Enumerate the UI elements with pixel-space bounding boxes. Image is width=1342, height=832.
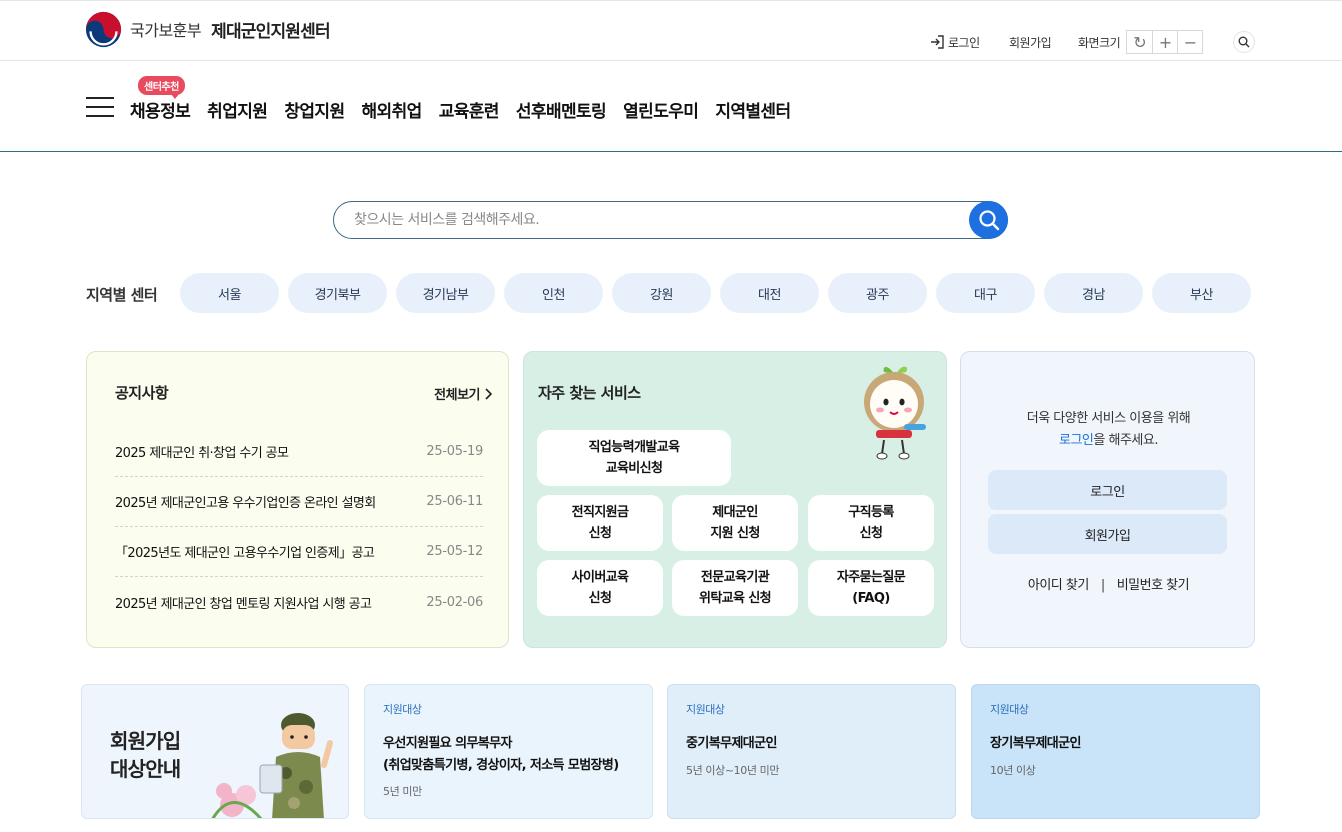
region-chip-daejeon[interactable]: 대전 bbox=[720, 273, 819, 313]
mascot-character-icon bbox=[864, 366, 926, 460]
gnb-item-regional-centers[interactable]: 지역별센터 bbox=[715, 97, 791, 122]
notice-more-link[interactable]: 전체보기 bbox=[434, 384, 494, 403]
join-link[interactable]: 회원가입 bbox=[1009, 31, 1052, 53]
size-minus-button[interactable]: − bbox=[1177, 31, 1202, 53]
region-chip-incheon[interactable]: 인천 bbox=[504, 273, 603, 313]
hamburger-menu-icon[interactable] bbox=[86, 97, 114, 119]
size-reset-button[interactable]: ↻ bbox=[1127, 31, 1152, 53]
gnb-item-overseas-jobs[interactable]: 해외취업 bbox=[362, 97, 423, 122]
screen-size-label: 화면크기 bbox=[1078, 35, 1121, 50]
taegeuk-emblem-icon bbox=[85, 11, 122, 47]
target-title: 장기복무제대군인 bbox=[990, 736, 1081, 751]
target-tag: 지원대상 bbox=[990, 703, 1029, 716]
site-logo[interactable]: 국가보훈부 제대군인지원센터 bbox=[85, 10, 331, 48]
login-message: 더욱 다양한 서비스 이용을 위해 로그인을 해주세요. bbox=[961, 408, 1256, 452]
target-tag: 지원대상 bbox=[686, 703, 725, 716]
service-training-fee-button[interactable]: 직업능력개발교육 교육비신청 bbox=[537, 430, 731, 486]
region-chip-busan[interactable]: 부산 bbox=[1152, 273, 1251, 313]
login-icon bbox=[931, 35, 944, 49]
gnb-item-startup-support[interactable]: 창업지원 bbox=[284, 97, 345, 122]
notice-item[interactable]: 2025 제대군인 취·창업 수기 공모 25-05-19 bbox=[115, 427, 483, 477]
notice-list: 2025 제대군인 취·창업 수기 공모 25-05-19 2025년 제대군인… bbox=[115, 427, 483, 627]
notice-item-title: 2025년 제대군인고용 우수기업인증 온라인 설명회 bbox=[115, 496, 376, 511]
soldier-illustration-icon bbox=[211, 713, 333, 818]
login-message-tail: 을 해주세요. bbox=[1093, 433, 1158, 448]
find-password-link[interactable]: 비밀번호 찾기 bbox=[1117, 578, 1190, 593]
search-input[interactable] bbox=[354, 202, 954, 238]
notice-card: 공지사항 전체보기 2025 제대군인 취·창업 수기 공모 25-05-19 … bbox=[86, 351, 509, 648]
target-card-long-term[interactable]: 지원대상 장기복무제대군인 10년 이상 bbox=[971, 684, 1260, 819]
target-card-mid-term[interactable]: 지원대상 중기복무제대군인 5년 이상~10년 미만 bbox=[667, 684, 956, 819]
notice-item[interactable]: 2025년 제대군인 창업 멘토링 지원사업 시행 공고 25-02-06 bbox=[115, 577, 483, 627]
join-link-label: 회원가입 bbox=[1009, 35, 1052, 50]
notice-more-label: 전체보기 bbox=[434, 388, 480, 403]
notice-item-title: 「2025년도 제대군인 고용우수기업 인증제」공고 bbox=[115, 546, 375, 561]
target-period: 5년 이상~10년 미만 bbox=[686, 764, 780, 777]
size-plus-button[interactable]: + bbox=[1152, 31, 1177, 53]
gnb-item-training[interactable]: 교육훈련 bbox=[439, 97, 500, 122]
frequent-services-card: 자주 찾는 서비스 직업능력개발교육 교육비신청 전직지원금 신청 제대군인 지… bbox=[523, 351, 947, 648]
join-guide-title: 회원가입 대상안내 bbox=[110, 729, 181, 781]
gnb-item-mentoring[interactable]: 선후배멘토링 bbox=[516, 97, 607, 122]
main-search bbox=[333, 201, 1008, 239]
search-button[interactable] bbox=[969, 201, 1008, 239]
frequent-services-title: 자주 찾는 서비스 bbox=[538, 384, 641, 402]
target-card-short-term[interactable]: 지원대상 우선지원필요 의무복무자 (취업맞춤특기병, 경상이자, 저소득 모범… bbox=[364, 684, 653, 819]
join-button[interactable]: 회원가입 bbox=[988, 514, 1227, 554]
notice-item-title: 2025 제대군인 취·창업 수기 공모 bbox=[115, 446, 289, 461]
notice-item[interactable]: 2025년 제대군인고용 우수기업인증 온라인 설명회 25-06-11 bbox=[115, 477, 483, 527]
region-chip-gangwon[interactable]: 강원 bbox=[612, 273, 711, 313]
region-chip-daegu[interactable]: 대구 bbox=[936, 273, 1035, 313]
ministry-name: 국가보훈부 bbox=[130, 21, 202, 40]
notice-title: 공지사항 bbox=[115, 384, 169, 402]
join-guide-card[interactable]: 회원가입 대상안내 bbox=[81, 684, 349, 819]
top-search-button[interactable] bbox=[1233, 31, 1255, 53]
gnb-item-open-helper[interactable]: 열린도우미 bbox=[623, 97, 699, 122]
gnb-item-jobs[interactable]: 채용정보 bbox=[130, 97, 191, 122]
find-account-links: 아이디 찾기 | 비밀번호 찾기 bbox=[961, 574, 1256, 593]
main-navigation: 센터추천 채용정보 취업지원 창업지원 해외취업 교육훈련 선후배멘토링 열린도… bbox=[0, 61, 1342, 152]
center-name: 제대군인지원센터 bbox=[211, 21, 331, 42]
search-icon bbox=[1238, 36, 1250, 48]
login-message-link[interactable]: 로그인 bbox=[1059, 433, 1094, 448]
region-chip-gyeonggi-south[interactable]: 경기남부 bbox=[396, 273, 495, 313]
region-chip-seoul[interactable]: 서울 bbox=[180, 273, 279, 313]
service-job-registration-button[interactable]: 구직등록 신청 bbox=[808, 495, 934, 551]
notice-item[interactable]: 「2025년도 제대군인 고용우수기업 인증제」공고 25-05-12 bbox=[115, 527, 483, 577]
login-link[interactable]: 로그인 bbox=[930, 31, 980, 53]
service-cyber-education-button[interactable]: 사이버교육 신청 bbox=[537, 560, 663, 616]
service-consignment-education-button[interactable]: 전문교육기관 위탁교육 신청 bbox=[672, 560, 798, 616]
service-veteran-support-button[interactable]: 제대군인 지원 신청 bbox=[672, 495, 798, 551]
recommend-badge: 센터추천 bbox=[138, 76, 185, 99]
region-chip-gyeongnam[interactable]: 경남 bbox=[1044, 273, 1143, 313]
gnb-item-employment-support[interactable]: 취업지원 bbox=[207, 97, 268, 122]
region-chip-gwangju[interactable]: 광주 bbox=[828, 273, 927, 313]
login-card: 더욱 다양한 서비스 이용을 위해 로그인을 해주세요. 로그인 회원가입 아이… bbox=[960, 351, 1255, 648]
notice-item-date: 25-06-11 bbox=[426, 494, 483, 509]
chevron-right-icon bbox=[485, 387, 493, 400]
screen-size-buttons: ↻ + − bbox=[1126, 30, 1204, 54]
service-faq-button[interactable]: 자주묻는질문 (FAQ) bbox=[808, 560, 934, 616]
service-transition-grant-button[interactable]: 전직지원금 신청 bbox=[537, 495, 663, 551]
target-title: 중기복무제대군인 bbox=[686, 736, 777, 751]
notice-item-date: 25-05-12 bbox=[426, 544, 483, 559]
region-label: 지역별 센터 bbox=[86, 286, 158, 304]
region-chip-gyeonggi-north[interactable]: 경기북부 bbox=[288, 273, 387, 313]
login-button[interactable]: 로그인 bbox=[988, 470, 1227, 510]
login-link-label: 로그인 bbox=[948, 35, 980, 50]
target-title: 우선지원필요 의무복무자 (취업맞춤특기병, 경상이자, 저소득 모범장병) bbox=[383, 736, 619, 773]
find-separator: | bbox=[1100, 578, 1105, 593]
notice-item-date: 25-02-06 bbox=[426, 594, 483, 610]
search-icon bbox=[978, 210, 999, 231]
screen-size-control: 화면크기 ↻ + − bbox=[1078, 30, 1204, 54]
target-period: 5년 미만 bbox=[383, 785, 422, 798]
gnb-menu: 채용정보 취업지원 창업지원 해외취업 교육훈련 선후배멘토링 열린도우미 지역… bbox=[130, 97, 808, 122]
top-utility-bar: 국가보훈부 제대군인지원센터 로그인 회원가입 화면크기 ↻ + − bbox=[0, 0, 1342, 61]
login-message-line1: 더욱 다양한 서비스 이용을 위해 bbox=[1026, 411, 1191, 426]
target-period: 10년 이상 bbox=[990, 764, 1036, 777]
target-tag: 지원대상 bbox=[383, 703, 422, 716]
notice-item-title: 2025년 제대군인 창업 멘토링 지원사업 시행 공고 bbox=[115, 596, 372, 612]
notice-item-date: 25-05-19 bbox=[426, 444, 483, 459]
find-id-link[interactable]: 아이디 찾기 bbox=[1028, 578, 1089, 593]
